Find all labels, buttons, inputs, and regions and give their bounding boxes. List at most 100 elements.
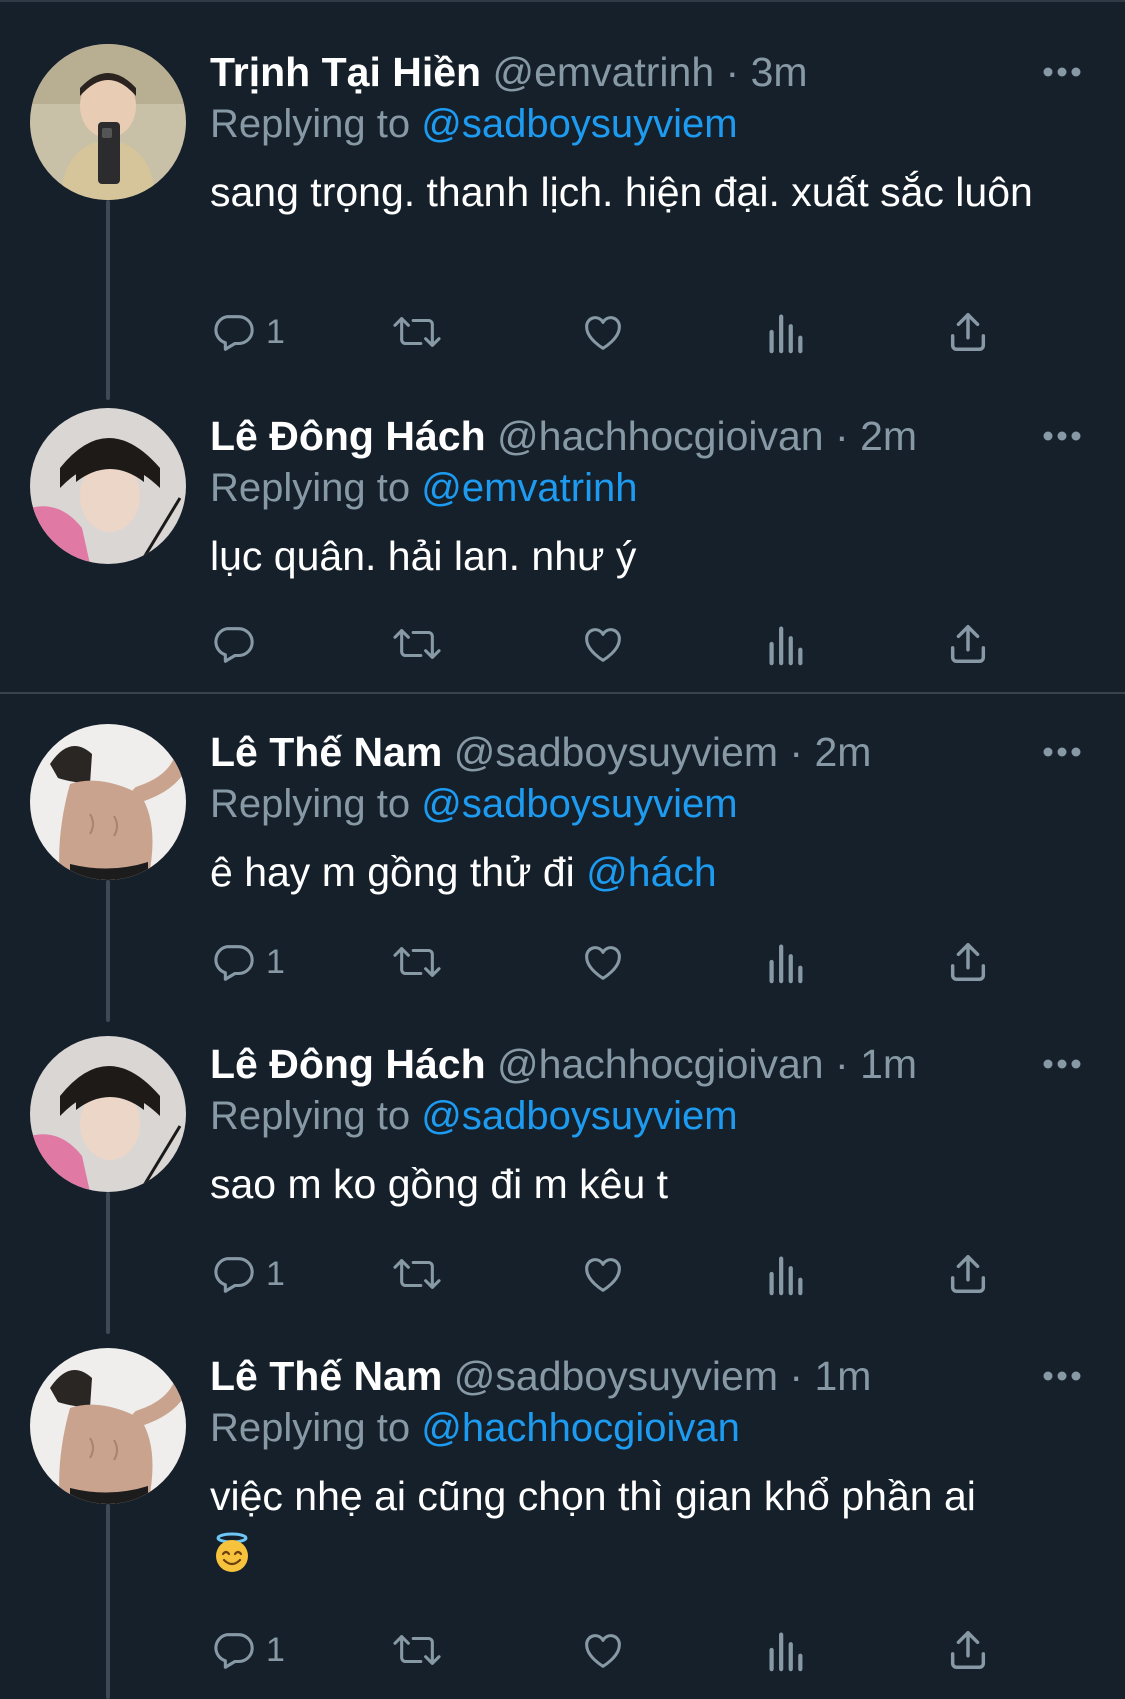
analytics-button[interactable] — [765, 936, 805, 988]
separator-dot: · — [789, 729, 804, 775]
analytics-button[interactable] — [765, 306, 805, 358]
share-button[interactable] — [945, 306, 991, 358]
bar-chart-icon — [769, 626, 803, 666]
bar-chart-icon — [769, 1256, 803, 1296]
timestamp[interactable]: 3m — [751, 49, 808, 95]
tweet-text: việc nhẹ ai cũng chọn thì gian khổ phần … — [210, 1473, 976, 1519]
avatar[interactable] — [30, 724, 186, 880]
tweet-5[interactable]: Lê Thế Nam @sadboysuyviem · 1m Replying … — [0, 1318, 1125, 1699]
retweet-button[interactable] — [390, 1624, 444, 1676]
like-button[interactable] — [580, 1248, 626, 1300]
user-handle[interactable]: @hachhocgioivan — [497, 1041, 824, 1087]
avatar[interactable] — [30, 44, 186, 200]
analytics-button[interactable] — [765, 1248, 805, 1300]
inline-mention[interactable]: @hách — [586, 849, 717, 895]
tweet-text: sang trọng. thanh lịch. hiện đại. xuất s… — [210, 169, 1033, 215]
share-upload-icon — [950, 1631, 986, 1669]
like-button[interactable] — [580, 936, 626, 988]
avatar[interactable] — [30, 408, 186, 564]
tweet-header: Trịnh Tại Hiền @emvatrinh · 3m — [210, 44, 808, 100]
more-dots-icon[interactable] — [1040, 426, 1084, 446]
thread-2: Lê Thế Nam @sadboysuyviem · 2m Replying … — [0, 694, 1125, 1699]
timestamp[interactable]: 2m — [860, 413, 917, 459]
reply-count: 1 — [266, 942, 285, 981]
retweet-button[interactable] — [390, 306, 444, 358]
bar-chart-icon — [769, 1632, 803, 1672]
display-name[interactable]: Lê Đông Hách — [210, 413, 486, 459]
share-button[interactable] — [945, 936, 991, 988]
user-handle[interactable]: @sadboysuyviem — [454, 729, 778, 775]
more-dots-icon[interactable] — [1040, 1366, 1084, 1386]
bar-chart-icon — [769, 314, 803, 354]
retweet-arrows-icon — [393, 1259, 441, 1289]
share-upload-icon — [950, 1255, 986, 1293]
separator-dot: · — [835, 1041, 849, 1087]
heart-icon — [585, 1634, 621, 1668]
tweet-text: sao m ko gồng đi m kêu t — [210, 1161, 669, 1207]
share-button[interactable] — [945, 1624, 991, 1676]
reply-button[interactable]: 1 — [210, 306, 285, 358]
analytics-button[interactable] — [765, 618, 805, 670]
reply-count: 1 — [266, 312, 285, 351]
more-dots-icon[interactable] — [1040, 742, 1084, 762]
bar-chart-icon — [769, 944, 803, 984]
action-bar: 1 — [210, 1248, 1030, 1300]
reply-to-mention[interactable]: @sadboysuyviem — [421, 1094, 737, 1138]
display-name[interactable]: Lê Thế Nam — [210, 729, 442, 775]
user-handle[interactable]: @hachhocgioivan — [497, 413, 824, 459]
tweet-2[interactable]: Lê Đông Hách @hachhocgioivan · 2m Replyi… — [0, 370, 1125, 690]
share-button[interactable] — [945, 1248, 991, 1300]
tweet-header: Lê Đông Hách @hachhocgioivan · 1m — [210, 1036, 917, 1092]
tweet-4[interactable]: Lê Đông Hách @hachhocgioivan · 1m Replyi… — [0, 1006, 1125, 1334]
reply-to-mention[interactable]: @sadboysuyviem — [421, 102, 737, 146]
tweet-1[interactable]: Trịnh Tại Hiền @emvatrinh · 3m Replying … — [0, 0, 1125, 400]
analytics-button[interactable] — [765, 1624, 805, 1676]
user-handle[interactable]: @sadboysuyviem — [454, 1353, 778, 1399]
display-name[interactable]: Lê Đông Hách — [210, 1041, 486, 1087]
more-dots-icon[interactable] — [1040, 62, 1084, 82]
reply-to-mention[interactable]: @emvatrinh — [421, 466, 637, 510]
reply-button[interactable] — [210, 618, 266, 670]
tweet-3[interactable]: Lê Thế Nam @sadboysuyviem · 2m Replying … — [0, 694, 1125, 1022]
timestamp[interactable]: 2m — [814, 729, 871, 775]
tweet-header: Lê Thế Nam @sadboysuyviem · 2m — [210, 724, 871, 780]
tweet-text: lục quân. hải lan. như ý — [210, 533, 637, 579]
heart-icon — [585, 1258, 621, 1292]
more-dots-icon[interactable] — [1040, 1054, 1084, 1074]
avatar[interactable] — [30, 1036, 186, 1192]
replying-to-label: Replying to — [210, 782, 411, 826]
speech-bubble-icon — [214, 315, 254, 351]
retweet-button[interactable] — [390, 618, 444, 670]
display-name[interactable]: Lê Thế Nam — [210, 1353, 442, 1399]
share-upload-icon — [950, 313, 986, 351]
tweet-text: ê hay m gồng thử đi @hách — [210, 846, 1090, 898]
tweet-text-content: ê hay m gồng thử đi — [210, 849, 587, 895]
action-bar — [210, 618, 1030, 670]
display-name[interactable]: Trịnh Tại Hiền — [210, 49, 481, 95]
timestamp[interactable]: 1m — [860, 1041, 917, 1087]
smiling-face-with-halo-emoji — [210, 1530, 254, 1574]
reply-button[interactable]: 1 — [210, 1248, 285, 1300]
user-handle[interactable]: @emvatrinh — [493, 49, 715, 95]
tweet-header: Lê Đông Hách @hachhocgioivan · 2m — [210, 408, 917, 464]
separator-dot: · — [789, 1353, 804, 1399]
reply-to-mention[interactable]: @sadboysuyviem — [421, 782, 737, 826]
speech-bubble-icon — [214, 1257, 254, 1293]
retweet-arrows-icon — [393, 947, 441, 977]
retweet-arrows-icon — [393, 629, 441, 659]
share-button[interactable] — [945, 618, 991, 670]
retweet-button[interactable] — [390, 1248, 444, 1300]
avatar[interactable] — [30, 1348, 186, 1504]
like-button[interactable] — [580, 618, 626, 670]
like-button[interactable] — [580, 1624, 626, 1676]
replying-to-label: Replying to — [210, 466, 411, 510]
timestamp[interactable]: 1m — [814, 1353, 871, 1399]
reply-button[interactable]: 1 — [210, 1624, 285, 1676]
like-button[interactable] — [580, 306, 626, 358]
reply-to-mention[interactable]: @hachhocgioivan — [421, 1406, 740, 1450]
replying-to: Replying to @sadboysuyviem — [210, 98, 738, 150]
heart-icon — [585, 946, 621, 980]
reply-button[interactable]: 1 — [210, 936, 285, 988]
share-upload-icon — [950, 625, 986, 663]
retweet-button[interactable] — [390, 936, 444, 988]
